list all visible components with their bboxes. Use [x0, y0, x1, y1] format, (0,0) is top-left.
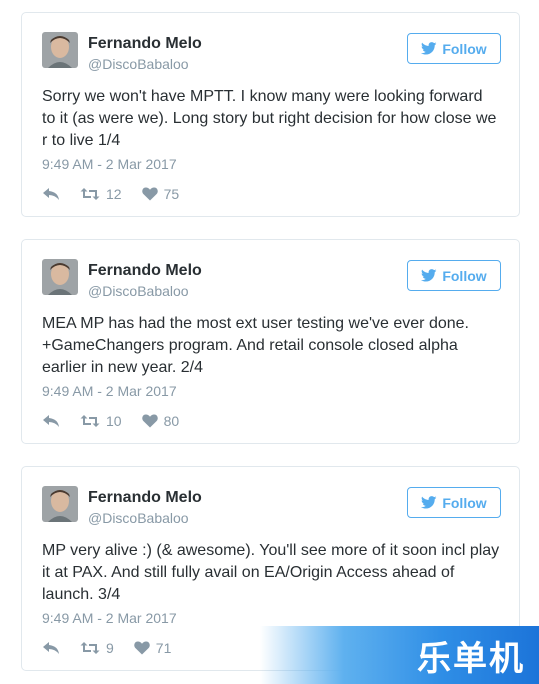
tweet-timestamp[interactable]: 9:49 AM - 2 Mar 2017 [42, 382, 177, 400]
like-count: 80 [163, 413, 180, 429]
author-handle[interactable]: @DiscoBabaloo [88, 55, 189, 73]
tweet-actions: 10 80 [42, 412, 179, 430]
tweet-timestamp[interactable]: 9:49 AM - 2 Mar 2017 [42, 155, 177, 173]
retweet-icon [80, 187, 100, 201]
watermark-text: 乐单机 [417, 639, 525, 678]
heart-icon [134, 641, 150, 655]
watermark-logo: 乐单机 [260, 626, 539, 684]
retweet-button[interactable]: 10 [80, 413, 122, 429]
reply-icon [42, 414, 60, 428]
avatar[interactable] [42, 259, 78, 295]
reply-icon [42, 641, 60, 655]
retweet-count: 9 [106, 640, 114, 656]
follow-label: Follow [442, 494, 487, 511]
follow-button[interactable]: Follow [407, 487, 501, 518]
avatar[interactable] [42, 486, 78, 522]
tweet-feed: Fernando Melo @DiscoBabaloo Follow Sorry… [0, 0, 539, 684]
twitter-bird-icon [421, 42, 437, 55]
tweet-card: Fernando Melo @DiscoBabaloo Follow Sorry… [21, 12, 520, 217]
tweet-card: Fernando Melo @DiscoBabaloo Follow MEA M… [21, 239, 520, 444]
follow-button[interactable]: Follow [407, 260, 501, 291]
follow-label: Follow [442, 267, 487, 284]
twitter-bird-icon [421, 269, 437, 282]
like-button[interactable]: 75 [141, 186, 180, 202]
reply-button[interactable] [42, 187, 60, 201]
retweet-icon [80, 641, 100, 655]
tweet-text: MEA MP has had the most ext user testing… [42, 315, 469, 376]
author-name[interactable]: Fernando Melo [88, 34, 202, 54]
retweet-icon [80, 414, 100, 428]
author-handle[interactable]: @DiscoBabaloo [88, 509, 189, 527]
tweet-text: Sorry we won't have MPTT. I know many we… [42, 88, 497, 149]
tweet-actions: 9 71 [42, 639, 171, 657]
retweet-button[interactable]: 9 [80, 640, 114, 656]
follow-button[interactable]: Follow [407, 33, 501, 64]
retweet-count: 12 [106, 186, 122, 202]
retweet-button[interactable]: 12 [80, 186, 122, 202]
heart-icon [141, 414, 158, 428]
reply-icon [42, 187, 60, 201]
reply-button[interactable] [42, 641, 60, 655]
author-handle[interactable]: @DiscoBabaloo [88, 282, 189, 300]
like-count: 71 [155, 640, 172, 656]
follow-label: Follow [442, 40, 487, 57]
tweet-timestamp[interactable]: 9:49 AM - 2 Mar 2017 [42, 609, 177, 627]
reply-button[interactable] [42, 414, 60, 428]
retweet-count: 10 [106, 413, 122, 429]
tweet-actions: 12 75 [42, 185, 179, 203]
author-name[interactable]: Fernando Melo [88, 488, 202, 508]
author-name[interactable]: Fernando Melo [88, 261, 202, 281]
like-button[interactable]: 80 [141, 413, 180, 429]
heart-icon [141, 187, 158, 201]
like-count: 75 [163, 186, 180, 202]
like-button[interactable]: 71 [134, 640, 172, 656]
twitter-bird-icon [421, 496, 437, 509]
tweet-text: MP very alive :) (& awesome). You'll see… [42, 542, 500, 603]
avatar[interactable] [42, 32, 78, 68]
